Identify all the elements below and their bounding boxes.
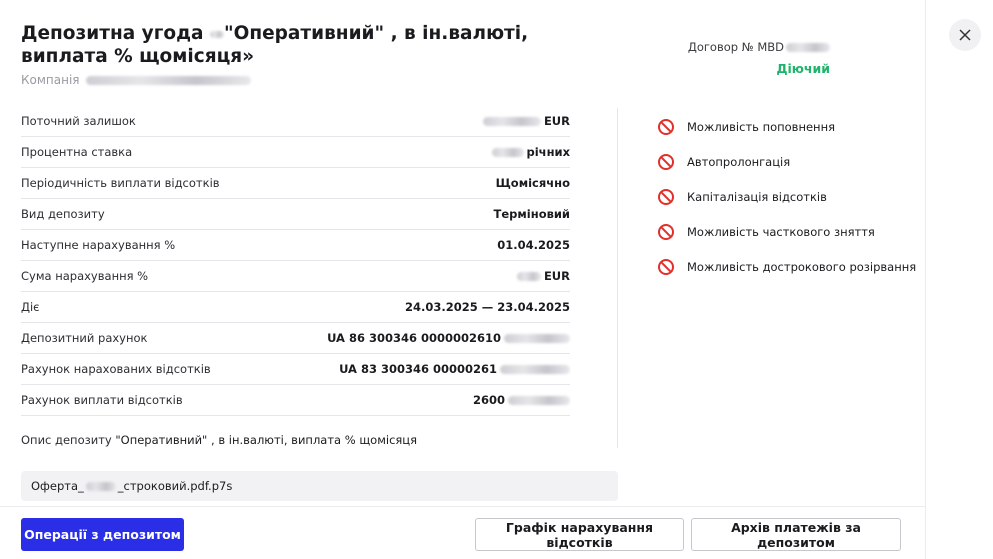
prohibited-icon bbox=[657, 258, 675, 276]
detail-row-accrual-amount: Сума нарахування % EUR bbox=[21, 261, 570, 292]
deposit-description: Опис депозиту "Оперативний" , в ін.валют… bbox=[21, 433, 417, 447]
title-prefix: Депозитна угода bbox=[21, 23, 210, 44]
detail-label: Рахунок нарахованих відсотків bbox=[21, 362, 211, 376]
detail-value: річних bbox=[491, 145, 571, 159]
close-button[interactable] bbox=[949, 19, 981, 51]
feature-label: Можливість поповнення bbox=[687, 119, 836, 134]
detail-value: 24.03.2025 — 23.04.2025 bbox=[404, 300, 570, 314]
detail-row-rate: Процентна ставка річних bbox=[21, 137, 570, 168]
feature-capitalization: Капіталізація відсотків bbox=[657, 179, 916, 214]
feature-early-termination: Можливість дострокового розірвання bbox=[657, 249, 916, 284]
prohibited-icon bbox=[657, 118, 675, 136]
deposit-details-modal: Депозитна угода "Оперативний" , в ін.вал… bbox=[0, 0, 925, 559]
detail-row-deposit-type: Вид депозиту Терміновий bbox=[21, 199, 570, 230]
feature-label: Автопролонгація bbox=[687, 154, 791, 169]
masked-value bbox=[516, 271, 541, 281]
detail-label: Рахунок виплати відсотків bbox=[21, 393, 183, 407]
masked-value bbox=[85, 481, 116, 491]
detail-label: Поточний залишок bbox=[21, 114, 136, 128]
detail-value-text: 2600 bbox=[472, 393, 505, 407]
prohibited-icon bbox=[657, 223, 675, 241]
detail-label: Вид депозиту bbox=[21, 207, 105, 221]
detail-row-payout-account: Рахунок виплати відсотків 2600 bbox=[21, 385, 570, 416]
detail-value: 2600 bbox=[473, 393, 570, 407]
payments-archive-button[interactable]: Архів платежів за депозитом bbox=[691, 518, 901, 551]
masked-value bbox=[508, 395, 570, 405]
status-badge: Діючий bbox=[776, 61, 830, 76]
detail-value: EUR bbox=[516, 269, 570, 283]
company-label: Компанія bbox=[21, 73, 80, 87]
description-label: Опис депозиту bbox=[21, 433, 116, 447]
detail-value-text: EUR bbox=[543, 269, 570, 283]
description-value: "Оперативний" , в ін.валюті, виплата % щ… bbox=[115, 433, 418, 447]
masked-value bbox=[209, 30, 224, 38]
feature-replenishment: Можливість поповнення bbox=[657, 109, 916, 144]
masked-contract-number bbox=[786, 42, 830, 52]
offer-file-suffix: _строковий.pdf.p7s bbox=[117, 479, 233, 493]
masked-value bbox=[482, 116, 541, 126]
feature-label: Можливість дострокового розірвання bbox=[687, 259, 917, 274]
detail-row-period: Діє 24.03.2025 — 23.04.2025 bbox=[21, 292, 570, 323]
feature-label: Можливість часткового зняття bbox=[687, 224, 875, 239]
detail-row-payout-frequency: Періодичність виплати відсотків Щомісячн… bbox=[21, 168, 570, 199]
detail-row-balance: Поточний залишок EUR bbox=[21, 106, 570, 137]
feature-auto-prolongation: Автопролонгація bbox=[657, 144, 916, 179]
deposit-details-list: Поточний залишок EUR Процентна ставка рі… bbox=[21, 106, 570, 416]
detail-value-text: EUR bbox=[543, 114, 570, 128]
detail-row-next-accrual: Наступне нарахування % 01.04.2025 bbox=[21, 230, 570, 261]
detail-value: UA 86 300346 0000002610 bbox=[327, 331, 570, 345]
detail-label: Діє bbox=[21, 300, 40, 314]
detail-value: Щомісячно bbox=[495, 176, 570, 190]
column-divider bbox=[617, 108, 618, 448]
close-icon bbox=[959, 29, 971, 41]
page-title: Депозитна угода "Оперативний" , в ін.вал… bbox=[21, 22, 581, 68]
interest-schedule-button[interactable]: Графік нарахування відсотків bbox=[475, 518, 684, 551]
prohibited-icon bbox=[657, 188, 675, 206]
detail-label: Депозитний рахунок bbox=[21, 331, 148, 345]
detail-value-text: річних bbox=[526, 145, 571, 159]
deposit-operations-button[interactable]: Операції з депозитом bbox=[21, 518, 184, 551]
company-line: Компанія bbox=[21, 73, 251, 87]
detail-label: Сума нарахування % bbox=[21, 269, 149, 283]
detail-value: UA 83 300346 00000261 bbox=[339, 362, 570, 376]
masked-value bbox=[500, 364, 570, 374]
masked-value bbox=[504, 333, 570, 343]
masked-value bbox=[491, 147, 524, 157]
detail-value: EUR bbox=[482, 114, 570, 128]
detail-label: Процентна ставка bbox=[21, 145, 133, 159]
detail-row-deposit-account: Депозитний рахунок UA 86 300346 00000026… bbox=[21, 323, 570, 354]
deposit-features-list: Можливість поповнення Автопролонгація Ка… bbox=[657, 109, 916, 284]
feature-label: Капіталізація відсотків bbox=[687, 189, 827, 204]
detail-label: Наступне нарахування % bbox=[21, 238, 176, 252]
contract-number: Договор № MBD bbox=[688, 40, 830, 54]
detail-label: Періодичність виплати відсотків bbox=[21, 176, 220, 190]
detail-value-text: UA 83 300346 00000261 bbox=[339, 362, 497, 376]
offer-file-prefix: Оферта_ bbox=[31, 479, 84, 493]
detail-value: Терміновий bbox=[493, 207, 570, 221]
feature-partial-withdrawal: Можливість часткового зняття bbox=[657, 214, 916, 249]
masked-company-name bbox=[85, 75, 251, 85]
offer-file-link[interactable]: Оферта_ _строковий.pdf.p7s bbox=[21, 471, 618, 501]
detail-row-interest-account: Рахунок нарахованих відсотків UA 83 3003… bbox=[21, 354, 570, 385]
contract-label: Договор № MBD bbox=[687, 40, 784, 54]
side-panel-strip bbox=[925, 0, 993, 559]
detail-value-text: UA 86 300346 0000002610 bbox=[327, 331, 501, 345]
detail-value: 01.04.2025 bbox=[497, 238, 570, 252]
prohibited-icon bbox=[657, 153, 675, 171]
